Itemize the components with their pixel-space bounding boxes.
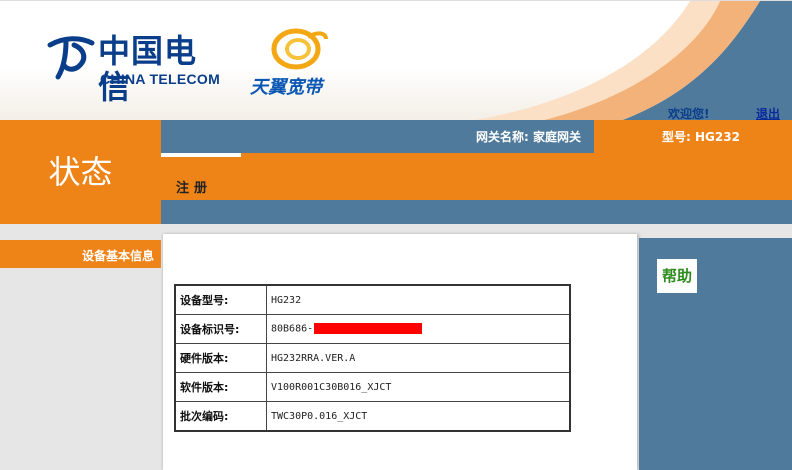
batch-code-value: TWC30P0.016_XJCT xyxy=(266,401,571,432)
sidebar: 设备基本信息 xyxy=(0,224,164,470)
china-telecom-logo: 中国电信 CHINA TELECOM xyxy=(44,31,224,105)
tab-active-indicator xyxy=(161,153,241,157)
device-info-table: 设备型号: HG232 设备标识号: 80B686- 硬件版本: HG232RR… xyxy=(174,284,571,432)
tab-register-label: 注册 xyxy=(176,181,213,196)
device-id-value: 80B686- xyxy=(271,323,314,335)
device-model-value: HG232 xyxy=(266,284,571,315)
tab-bar: 注册 xyxy=(161,153,792,200)
help-title: 帮助 xyxy=(657,259,697,293)
software-version-label: 软件版本: xyxy=(174,372,267,402)
gateway-info-bar: 网关名称: 家庭网关 型号: HG232 xyxy=(161,120,792,153)
table-row: 软件版本: V100R001C30B016_XJCT xyxy=(174,372,571,402)
hardware-version-value: HG232RRA.VER.A xyxy=(266,343,571,373)
device-id-label: 设备标识号: xyxy=(174,314,267,344)
sub-menu-bar xyxy=(161,200,792,224)
page-title: 状态 xyxy=(48,153,113,191)
table-row: 硬件版本: HG232RRA.VER.A xyxy=(174,343,571,373)
logout-link[interactable]: 退出 xyxy=(756,105,780,120)
table-row: 设备标识号: 80B686- xyxy=(174,314,571,344)
tab-register[interactable]: 注册 xyxy=(161,153,241,200)
welcome-text: 欢迎您! xyxy=(668,107,710,120)
broadband-brand-text: 天翼宽带 xyxy=(250,77,322,98)
brand-name-english: CHINA TELECOM xyxy=(100,71,221,87)
china-telecom-emblem-icon xyxy=(47,36,95,80)
help-panel: 帮助 xyxy=(639,238,792,470)
brand-name-chinese: 中国电信 xyxy=(98,32,198,106)
main-content-panel: 设备型号: HG232 设备标识号: 80B686- 硬件版本: HG232RR… xyxy=(163,234,637,470)
tianyi-swirl-icon xyxy=(271,28,328,70)
software-version-value: V100R001C30B016_XJCT xyxy=(266,372,571,402)
sidebar-item-label: 设备基本信息 xyxy=(81,249,154,263)
header-banner: 中国电信 CHINA TELECOM 天翼宽带 欢迎您! 退出 xyxy=(0,0,792,120)
hardware-version-label: 硬件版本: xyxy=(174,343,267,373)
table-row: 设备型号: HG232 xyxy=(174,284,571,315)
model-box: 型号: HG232 xyxy=(594,120,792,153)
redaction-bar xyxy=(314,323,423,335)
sidebar-item-device-basic-info[interactable]: 设备基本信息 xyxy=(0,240,164,268)
tianyi-broadband-logo: 天翼宽带 xyxy=(250,27,340,98)
device-id-cell: 80B686- xyxy=(266,314,571,344)
device-model-label: 设备型号: xyxy=(174,284,267,315)
gateway-name-label: 网关名称: 家庭网关 xyxy=(476,130,581,144)
model-label: 型号: HG232 xyxy=(662,130,740,144)
table-row: 批次编码: TWC30P0.016_XJCT xyxy=(174,401,571,432)
section-title-block: 状态 xyxy=(0,120,161,224)
batch-code-label: 批次编码: xyxy=(174,401,267,432)
